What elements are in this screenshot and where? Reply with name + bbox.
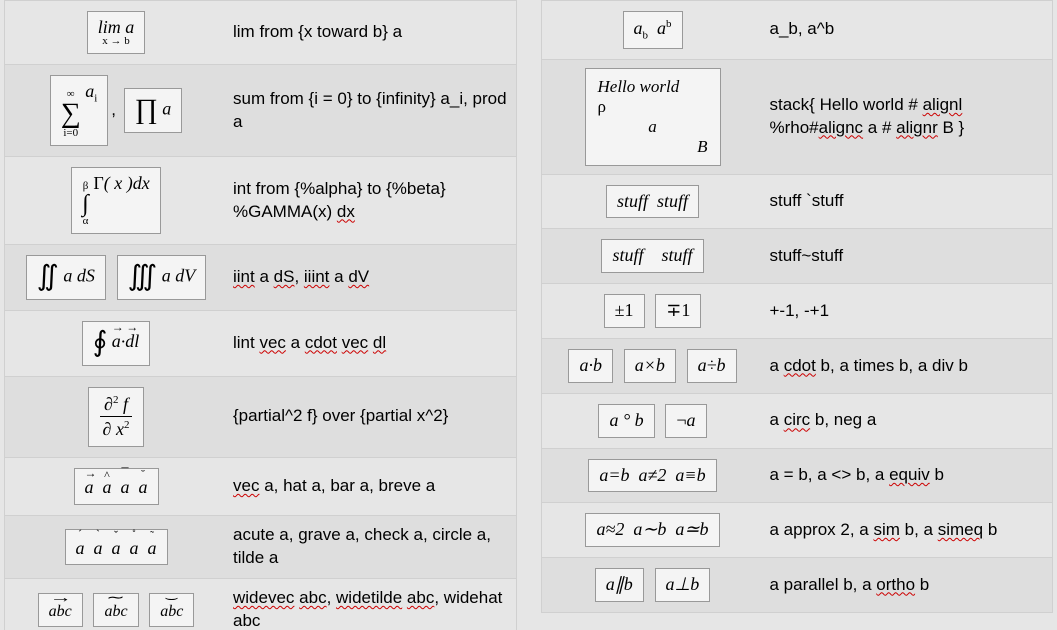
code-iint: iint a dS, iiint a dV	[227, 245, 516, 311]
formula-pm: ±1	[604, 294, 645, 328]
row-lint: ∮ a·dl lint vec a cdot vec dl	[5, 310, 517, 376]
row-wide: abc abc abc widevec abc, widetilde abc, …	[5, 578, 517, 630]
code-wide: widevec abc, widetilde abc, widehat abc	[227, 578, 516, 630]
code-cdot: a cdot b, a times b, a div b	[764, 339, 1053, 394]
formula-iint: ∬ a dS	[26, 255, 106, 300]
code-approx: a approx 2, a sim b, a simeq b	[764, 503, 1053, 558]
code-int: int from {%alpha} to {%beta} %GAMMA(x) d…	[227, 157, 516, 245]
code-lint: lint vec a cdot vec dl	[227, 310, 516, 376]
formula-widehat: abc	[149, 593, 194, 628]
formula-sum: ∞∑i=0 ai	[50, 75, 109, 146]
right-table: ab ab a_b, a^b Hello world ρ a B stack{ …	[541, 0, 1054, 613]
row-sum: ∞∑i=0 ai , ∏ a sum from {i = 0} to {infi…	[5, 65, 517, 157]
code-lim: lim from {x toward b} a	[227, 1, 516, 65]
row-pm: ±1 ∓1 +-1, -+1	[541, 284, 1053, 339]
formula-widevec: abc	[38, 593, 83, 628]
formula-tilde-space: stuff stuff	[601, 239, 703, 273]
code-circ: a circ b, neg a	[764, 393, 1053, 448]
formula-subsup: ab ab	[623, 11, 683, 49]
formula-eq: a=b a≠2 a≡b	[588, 459, 716, 493]
row-eq: a=b a≠2 a≡b a = b, a <> b, a equiv b	[541, 448, 1053, 503]
formula-approx: a≈2 a∼b a≃b	[585, 513, 719, 547]
formula-widetilde: abc	[93, 593, 138, 628]
row-circ: a ° b ¬a a circ b, neg a	[541, 393, 1053, 448]
row-partial: ∂2 f∂ x2 {partial^2 f} over {partial x^2…	[5, 376, 517, 458]
formula-neg: ¬a	[665, 404, 706, 438]
formula-div: a÷b	[687, 349, 737, 383]
formula-stack: Hello world ρ a B	[585, 68, 721, 166]
code-partial: {partial^2 f} over {partial x^2}	[227, 376, 516, 458]
row-backtick: stuff stuff stuff `stuff	[541, 174, 1053, 229]
formula-cdot: a·b	[568, 349, 613, 383]
formula-prod: ∏ a	[124, 88, 183, 133]
formula-iiint: ∭ a dV	[117, 255, 207, 300]
row-lim: lim ax → b lim from {x toward b} a	[5, 1, 517, 65]
row-int: β∫α Γ( x )dx int from {%alpha} to {%beta…	[5, 157, 517, 245]
row-iint: ∬ a dS ∭ a dV iint a dS, iiint a dV	[5, 245, 517, 311]
row-parallel: a∥b a⊥b a parallel b, a ortho b	[541, 558, 1053, 613]
row-tilde-space: stuff stuff stuff~stuff	[541, 229, 1053, 284]
formula-acute: a a a a a	[65, 529, 168, 566]
row-approx: a≈2 a∼b a≃b a approx 2, a sim b, a simeq…	[541, 503, 1053, 558]
formula-partial: ∂2 f∂ x2	[88, 387, 145, 448]
code-vec: vec a, hat a, bar a, breve a	[227, 458, 516, 516]
formula-mp: ∓1	[655, 294, 701, 328]
formula-vec: a a a a	[74, 468, 159, 505]
code-subsup: a_b, a^b	[764, 1, 1053, 60]
code-backtick: stuff `stuff	[764, 174, 1053, 229]
code-acute: acute a, grave a, check a, circle a, til…	[227, 515, 516, 578]
row-cdot: a·b a×b a÷b a cdot b, a times b, a div b	[541, 339, 1053, 394]
code-tilde-space: stuff~stuff	[764, 229, 1053, 284]
formula-times: a×b	[624, 349, 676, 383]
formula-int: β∫α Γ( x )dx	[71, 167, 160, 234]
code-pm: +-1, -+1	[764, 284, 1053, 339]
formula-ortho: a⊥b	[655, 568, 711, 602]
row-vec: a a a a vec a, hat a, bar a, breve a	[5, 458, 517, 516]
formula-backtick: stuff stuff	[606, 185, 699, 219]
row-subsup: ab ab a_b, a^b	[541, 1, 1053, 60]
code-eq: a = b, a <> b, a equiv b	[764, 448, 1053, 503]
code-parallel: a parallel b, a ortho b	[764, 558, 1053, 613]
left-table: lim ax → b lim from {x toward b} a ∞∑i=0…	[4, 0, 517, 630]
formula-lim: lim ax → b	[87, 11, 146, 54]
row-acute: a a a a a acute a, grave a, check a, cir…	[5, 515, 517, 578]
code-sum: sum from {i = 0} to {infinity} a_i, prod…	[227, 65, 516, 157]
formula-lint: ∮ a·dl	[82, 321, 151, 366]
formula-parallel: a∥b	[595, 568, 644, 602]
code-stack: stack{ Hello world # alignl %rho#alignc …	[764, 59, 1053, 174]
formula-circ: a ° b	[598, 404, 654, 438]
row-stack: Hello world ρ a B stack{ Hello world # a…	[541, 59, 1053, 174]
